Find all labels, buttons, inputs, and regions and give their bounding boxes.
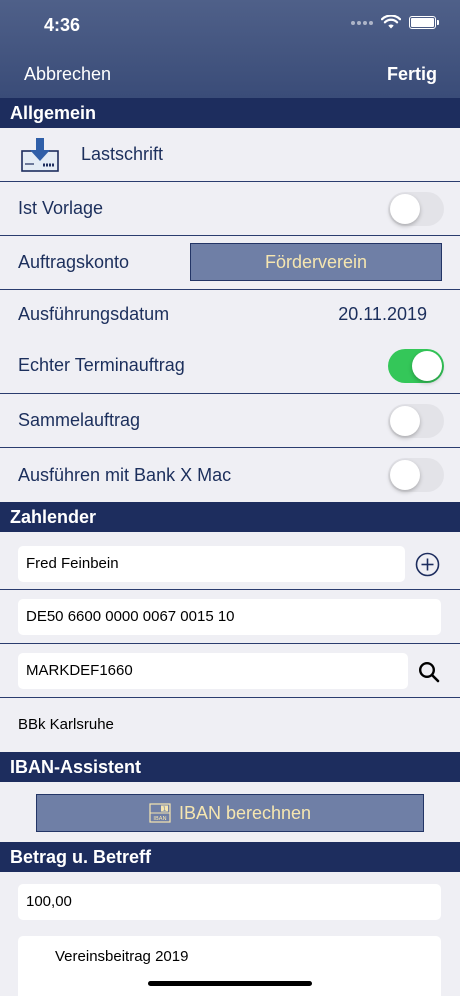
- date-value: 20.11.2019: [338, 303, 427, 324]
- purpose-textarea[interactable]: Vereinsbeitrag 2019: [18, 936, 441, 996]
- mac-label: Ausführen mit Bank X Mac: [18, 464, 232, 485]
- signal-icon: [351, 20, 373, 25]
- account-label: Auftragskonto: [18, 252, 130, 272]
- account-row: Auftragskonto Förderverein: [0, 236, 460, 290]
- cancel-button[interactable]: Abbrechen: [24, 64, 111, 85]
- bank-name-row: BBk Karlsruhe: [0, 698, 460, 750]
- iban-field[interactable]: DE50 6600 0000 0067 0015 10: [18, 599, 441, 635]
- date-row[interactable]: Ausführungsdatum 20.11.2019: [0, 290, 460, 338]
- status-icons: [351, 15, 439, 30]
- iban-row: DE50 6600 0000 0067 0015 10: [0, 590, 460, 644]
- amount-field[interactable]: 100,00: [18, 884, 441, 920]
- batch-label: Sammelauftrag: [18, 410, 141, 430]
- scheduled-row: Echter Terminauftrag: [0, 338, 460, 394]
- purpose-text: Vereinsbeitrag 2019: [55, 948, 189, 965]
- type-label: Lastschrift: [81, 144, 164, 164]
- payer-name-row: Fred Feinbein: [0, 532, 460, 590]
- iban-calculate-label: IBAN berechnen: [178, 802, 312, 823]
- iban-card-icon-number: 1: [163, 806, 167, 813]
- iban-assistant-row: 1 IBAN IBAN berechnen: [0, 782, 460, 840]
- type-row[interactable]: Lastschrift: [0, 128, 460, 182]
- search-icon[interactable]: [418, 661, 440, 683]
- template-row: Ist Vorlage: [0, 182, 460, 236]
- bic-field[interactable]: MARKDEF1660: [18, 653, 408, 689]
- status-time: 4:36: [44, 15, 81, 35]
- direct-debit-icon: [21, 138, 59, 172]
- mac-row: Ausführen mit Bank X Mac: [0, 448, 460, 502]
- bank-name: BBk Karlsruhe: [18, 715, 114, 733]
- wifi-icon: [381, 15, 401, 29]
- section-header-amount: Betrag u. Betreff: [0, 842, 460, 872]
- section-header-payer: Zahlender: [0, 502, 460, 532]
- payer-name-field[interactable]: Fred Feinbein: [18, 546, 405, 582]
- navigation-bar: 4:36 Abbrechen Fertig: [0, 0, 460, 98]
- bic-row: MARKDEF1660: [0, 644, 460, 698]
- account-select-button[interactable]: Förderverein: [190, 243, 442, 281]
- mac-toggle[interactable]: [388, 458, 444, 492]
- batch-row: Sammelauftrag: [0, 394, 460, 448]
- template-label: Ist Vorlage: [18, 198, 104, 218]
- iban-calculate-button[interactable]: 1 IBAN IBAN berechnen: [36, 794, 424, 832]
- add-contact-icon[interactable]: [415, 552, 440, 577]
- battery-icon: [409, 16, 439, 29]
- amount-row: 100,00: [0, 872, 460, 924]
- scheduled-toggle[interactable]: [388, 348, 444, 383]
- iban-card-icon-text: IBAN: [153, 816, 166, 822]
- date-label: Ausführungsdatum: [18, 303, 170, 324]
- template-toggle[interactable]: [388, 191, 444, 226]
- scheduled-label: Echter Terminauftrag: [18, 355, 185, 375]
- iban-card-icon: 1 IBAN: [149, 803, 171, 823]
- section-header-iban-assistant: IBAN-Assistent: [0, 752, 460, 782]
- done-button[interactable]: Fertig: [387, 64, 437, 85]
- home-indicator: [148, 981, 312, 986]
- batch-toggle[interactable]: [388, 403, 444, 438]
- section-header-general: Allgemein: [0, 98, 460, 128]
